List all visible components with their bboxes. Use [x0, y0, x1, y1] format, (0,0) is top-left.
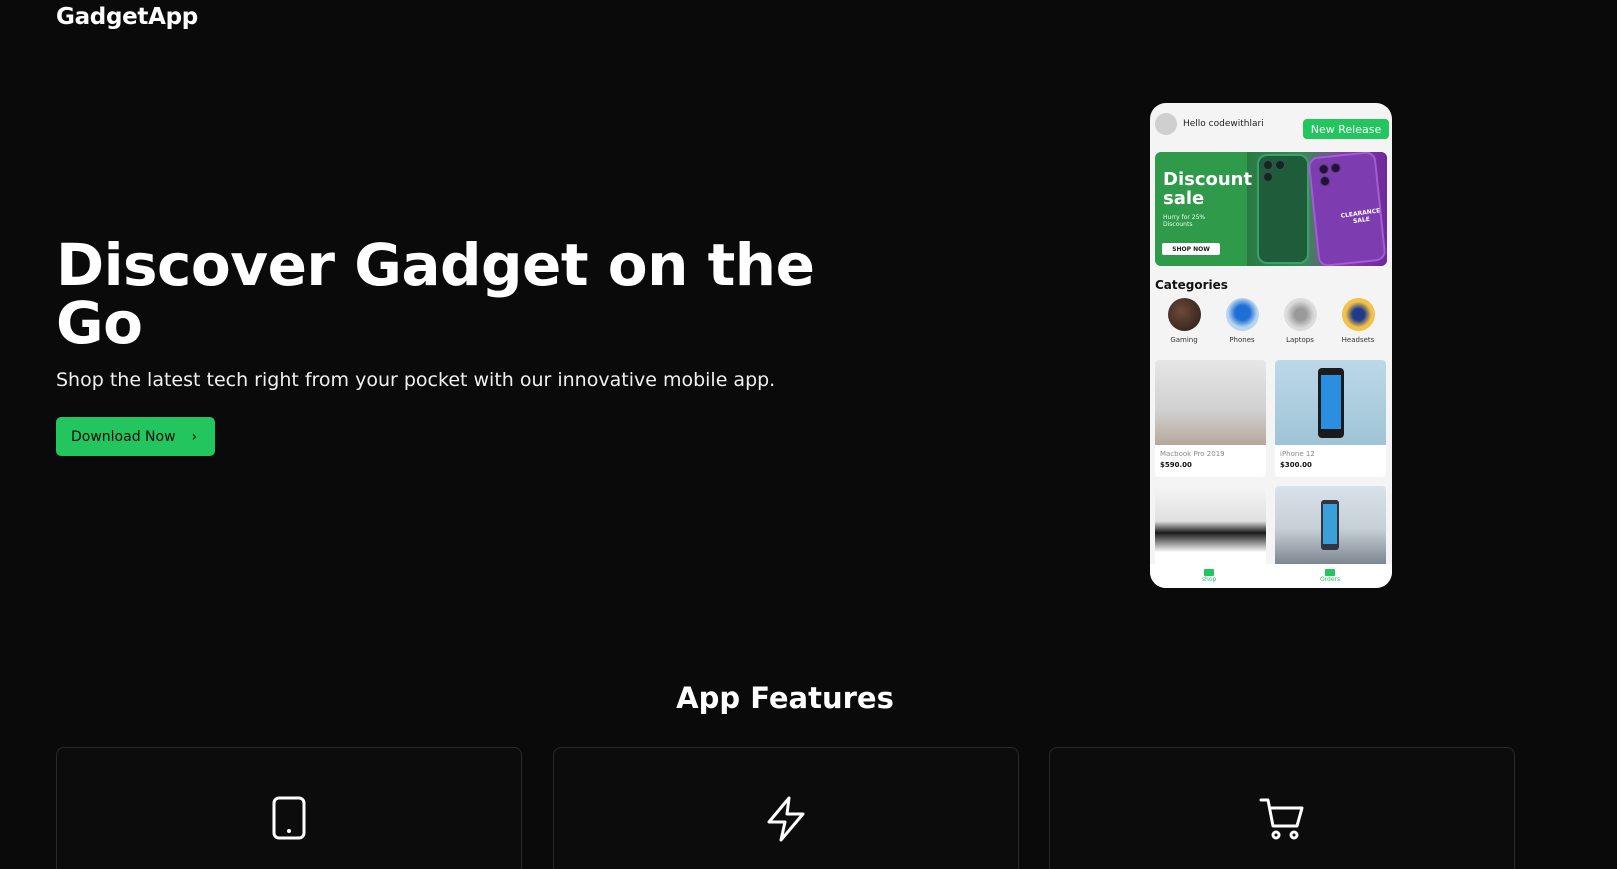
avatar — [1155, 113, 1177, 135]
greeting-text: Hello codewithlari — [1183, 119, 1264, 129]
product-price: $300.00 — [1280, 461, 1312, 469]
feature-card — [1049, 747, 1515, 869]
categories-list: Gaming Phones Laptops Headsets — [1155, 298, 1387, 344]
phone-mockup: Hello codewithlari New Release Discount … — [1150, 103, 1392, 588]
category-label: Headsets — [1341, 336, 1375, 344]
category-label: Laptops — [1286, 336, 1314, 344]
macbook-image — [1155, 360, 1266, 445]
product-grid: Macbook Pro 2019 $590.00 iPhone 12 $300.… — [1155, 360, 1387, 588]
shopping-cart-icon — [1259, 798, 1304, 840]
phone-header: Hello codewithlari — [1155, 113, 1264, 135]
chevron-right-icon: › — [191, 428, 198, 445]
product-price: $590.00 — [1160, 461, 1192, 469]
category-gaming: Gaming — [1167, 298, 1201, 344]
orders-icon — [1325, 569, 1336, 576]
category-label: Gaming — [1170, 336, 1198, 344]
product-card: Macbook Pro 2019 $590.00 — [1155, 360, 1266, 477]
category-laptops: Laptops — [1283, 298, 1317, 344]
smartphone-icon — [272, 796, 306, 840]
lightning-icon — [767, 796, 805, 842]
category-headsets: Headsets — [1341, 298, 1375, 344]
tab-orders: Orders — [1320, 569, 1340, 583]
cart-icon — [1204, 569, 1215, 576]
banner-shop-now-button: SHOP NOW — [1162, 243, 1220, 255]
features-heading: App Features — [676, 681, 894, 715]
download-now-label: Download Now — [71, 428, 176, 445]
hero-title: Discover Gadget on the Go — [56, 231, 815, 357]
feature-card — [56, 747, 522, 869]
product-name: iPhone 12 — [1280, 450, 1315, 458]
banner-subtitle: Hurry for 25% Discounts — [1163, 214, 1206, 228]
gaming-image — [1167, 298, 1201, 331]
product-name: Macbook Pro 2019 — [1160, 450, 1225, 458]
tab-label: shop — [1201, 576, 1217, 583]
smartphone-image — [1275, 486, 1386, 564]
tab-bar: shop Orders — [1150, 564, 1392, 588]
green-phone-image — [1257, 154, 1309, 264]
download-now-button[interactable]: Download Now › — [56, 417, 215, 456]
category-label: Phones — [1229, 336, 1255, 344]
product-card: iPhone 12 $300.00 — [1275, 360, 1386, 477]
laptops-image — [1283, 298, 1317, 331]
iphone-image — [1275, 360, 1386, 445]
banner-title: Discount sale — [1163, 169, 1253, 209]
brand-logo[interactable]: GadgetApp — [56, 4, 198, 30]
phones-image — [1225, 298, 1259, 331]
new-release-badge: New Release — [1303, 119, 1389, 139]
tab-shop: shop — [1202, 569, 1216, 583]
feature-card — [553, 747, 1019, 869]
categories-heading: Categories — [1155, 278, 1228, 292]
hero-subtitle: Shop the latest tech right from your poc… — [56, 369, 776, 391]
headsets-image — [1341, 298, 1375, 331]
controller-image — [1155, 486, 1266, 564]
category-phones: Phones — [1225, 298, 1259, 344]
tab-label: Orders — [1319, 576, 1341, 583]
discount-banner: Discount sale Hurry for 25% Discounts SH… — [1155, 152, 1387, 266]
